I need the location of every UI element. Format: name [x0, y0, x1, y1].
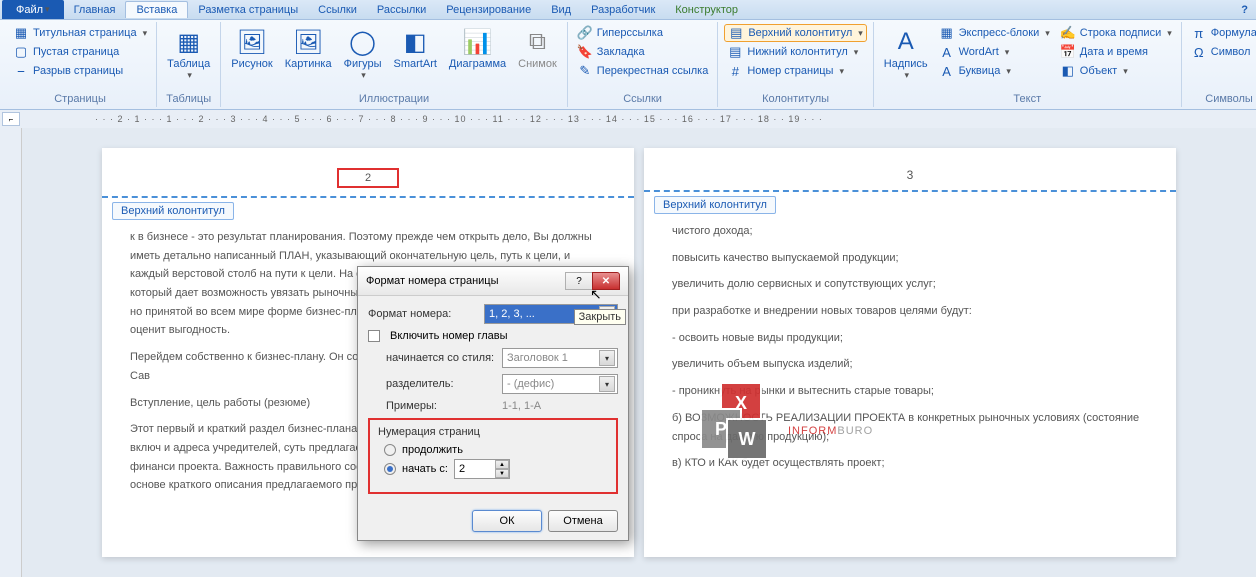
chapter-style-select: Заголовок 1▾	[502, 348, 618, 368]
crossref-button[interactable]: ✎Перекрестная ссылка	[574, 62, 712, 80]
table-icon: ▦	[173, 26, 205, 58]
tab-designer[interactable]: Конструктор	[665, 2, 748, 18]
sig-icon: ✍	[1060, 25, 1076, 41]
clipart-icon: 🖼	[292, 26, 324, 58]
screenshot-icon: ⧉	[521, 26, 553, 58]
textbox-button[interactable]: AНадпись▾	[880, 24, 932, 91]
datetime-button[interactable]: 📅Дата и время	[1057, 43, 1175, 61]
tab-review[interactable]: Рецензирование	[436, 2, 541, 18]
blank-icon: ▢	[13, 44, 29, 60]
help-icon[interactable]: ?	[1241, 4, 1248, 16]
group-tables: Таблицы	[163, 91, 214, 105]
symbol-button[interactable]: ΩСимвол▾	[1188, 43, 1256, 61]
table-button[interactable]: ▦Таблица▾	[163, 24, 214, 83]
wordart-icon: A	[939, 44, 955, 60]
cancel-button[interactable]: Отмена	[548, 510, 618, 532]
page-right[interactable]: 3 Верхний колонтитул чистого дохода;повы…	[644, 148, 1176, 557]
tab-refs[interactable]: Ссылки	[308, 2, 367, 18]
sigline-button[interactable]: ✍Строка подписи▾	[1057, 24, 1175, 42]
dropcap-button[interactable]: AБуквица▾	[936, 62, 1053, 80]
start-at-spinner[interactable]: 2▲▼	[454, 459, 510, 479]
picture-button[interactable]: 🖼Рисунок	[227, 24, 277, 91]
tab-mail[interactable]: Рассылки	[367, 2, 436, 18]
group-links: Ссылки	[574, 91, 712, 105]
picture-icon: 🖼	[236, 26, 268, 58]
header-tag-left[interactable]: Верхний колонтитул	[112, 202, 234, 220]
tab-insert[interactable]: Вставка	[125, 1, 188, 18]
number-icon: #	[727, 63, 743, 79]
horizontal-ruler[interactable]: · · · 2 · 1 · · · 1 · · · 2 · · · 3 · · …	[0, 110, 1256, 128]
chart-icon: 📊	[462, 26, 494, 58]
page-icon: ▦	[13, 25, 29, 41]
vertical-ruler[interactable]	[0, 128, 22, 577]
ribbon: ▦Титульная страница▾ ▢Пустая страница ⎯Р…	[0, 20, 1256, 110]
page-break-button[interactable]: ⎯Разрыв страницы	[10, 62, 150, 80]
break-icon: ⎯	[13, 63, 29, 79]
smartart-button[interactable]: ◧SmartArt	[390, 24, 441, 91]
spin-up-icon[interactable]: ▲	[495, 460, 509, 469]
page-number-format-dialog: Формат номера страницы ? ✕ Закрыть Форма…	[357, 266, 629, 541]
group-illus: Иллюстрации	[227, 91, 561, 105]
link-icon: 🔗	[577, 25, 593, 41]
screenshot-button[interactable]: ⧉Снимок	[514, 24, 561, 91]
smartart-icon: ◧	[399, 26, 431, 58]
pagenumber-button[interactable]: #Номер страницы▾	[724, 62, 866, 80]
separator-select: - (дефис)▾	[502, 374, 618, 394]
dropcap-icon: A	[939, 63, 955, 79]
header-tag-right[interactable]: Верхний колонтитул	[654, 196, 776, 214]
tab-file[interactable]: Файл▾	[2, 0, 64, 19]
quickparts-icon: ▦	[939, 25, 955, 41]
shapes-button[interactable]: ◯Фигуры▾	[340, 24, 386, 91]
tab-layout[interactable]: Разметка страницы	[188, 2, 308, 18]
format-label: Формат номера:	[368, 308, 478, 320]
dialog-title: Формат номера страницы	[366, 275, 499, 287]
radio-start-at[interactable]	[384, 463, 396, 475]
equation-button[interactable]: πФормула▾	[1188, 24, 1256, 42]
group-symbols: Символы	[1188, 91, 1256, 105]
dialog-titlebar[interactable]: Формат номера страницы ? ✕ Закрыть	[358, 267, 628, 296]
numbering-legend: Нумерация страниц	[378, 426, 608, 438]
include-chapter-label: Включить номер главы	[390, 330, 508, 342]
spin-down-icon[interactable]: ▼	[495, 469, 509, 478]
dialog-close-button[interactable]: ✕	[592, 272, 620, 290]
dialog-help-button[interactable]: ?	[565, 272, 593, 290]
ruler-corner: ⌐	[2, 112, 20, 126]
watermark: X P W INFORMBURO	[700, 382, 873, 462]
group-pages: Страницы	[10, 91, 150, 105]
include-chapter-checkbox[interactable]	[368, 330, 380, 342]
tab-dev[interactable]: Разработчик	[581, 2, 665, 18]
group-hf: Колонтитулы	[724, 91, 866, 105]
header-icon: ▤	[728, 25, 744, 41]
blank-page-button[interactable]: ▢Пустая страница	[10, 43, 150, 61]
tab-strip: Файл▾ Главная Вставка Разметка страницы …	[0, 0, 1256, 20]
hyperlink-button[interactable]: 🔗Гиперссылка	[574, 24, 712, 42]
chart-button[interactable]: 📊Диаграмма	[445, 24, 510, 91]
tab-view[interactable]: Вид	[541, 2, 581, 18]
clipart-button[interactable]: 🖼Картинка	[281, 24, 336, 91]
bookmark-icon: 🔖	[577, 44, 593, 60]
wordart-button[interactable]: AWordArt▾	[936, 43, 1053, 61]
footer-button[interactable]: ▤Нижний колонтитул▾	[724, 43, 866, 61]
group-text: Текст	[880, 91, 1175, 105]
footer-icon: ▤	[727, 44, 743, 60]
date-icon: 📅	[1060, 44, 1076, 60]
header-button[interactable]: ▤Верхний колонтитул▾	[724, 24, 866, 42]
radio-continue[interactable]	[384, 444, 396, 456]
close-tooltip: Закрыть	[574, 309, 626, 325]
bookmark-button[interactable]: 🔖Закладка	[574, 43, 712, 61]
page-number-left: 2	[337, 168, 399, 188]
title-page-button[interactable]: ▦Титульная страница▾	[10, 24, 150, 42]
object-icon: ◧	[1060, 63, 1076, 79]
crossref-icon: ✎	[577, 63, 593, 79]
numbering-fieldset: Нумерация страниц продолжить начать с: 2…	[368, 418, 618, 494]
ok-button[interactable]: ОК	[472, 510, 542, 532]
tab-home[interactable]: Главная	[64, 2, 126, 18]
object-button[interactable]: ◧Объект▾	[1057, 62, 1175, 80]
quickparts-button[interactable]: ▦Экспресс-блоки▾	[936, 24, 1053, 42]
textbox-icon: A	[890, 26, 922, 58]
symbol-icon: Ω	[1191, 44, 1207, 60]
page-number-right: 3	[672, 168, 1148, 182]
equation-icon: π	[1191, 25, 1207, 41]
shapes-icon: ◯	[347, 26, 379, 58]
